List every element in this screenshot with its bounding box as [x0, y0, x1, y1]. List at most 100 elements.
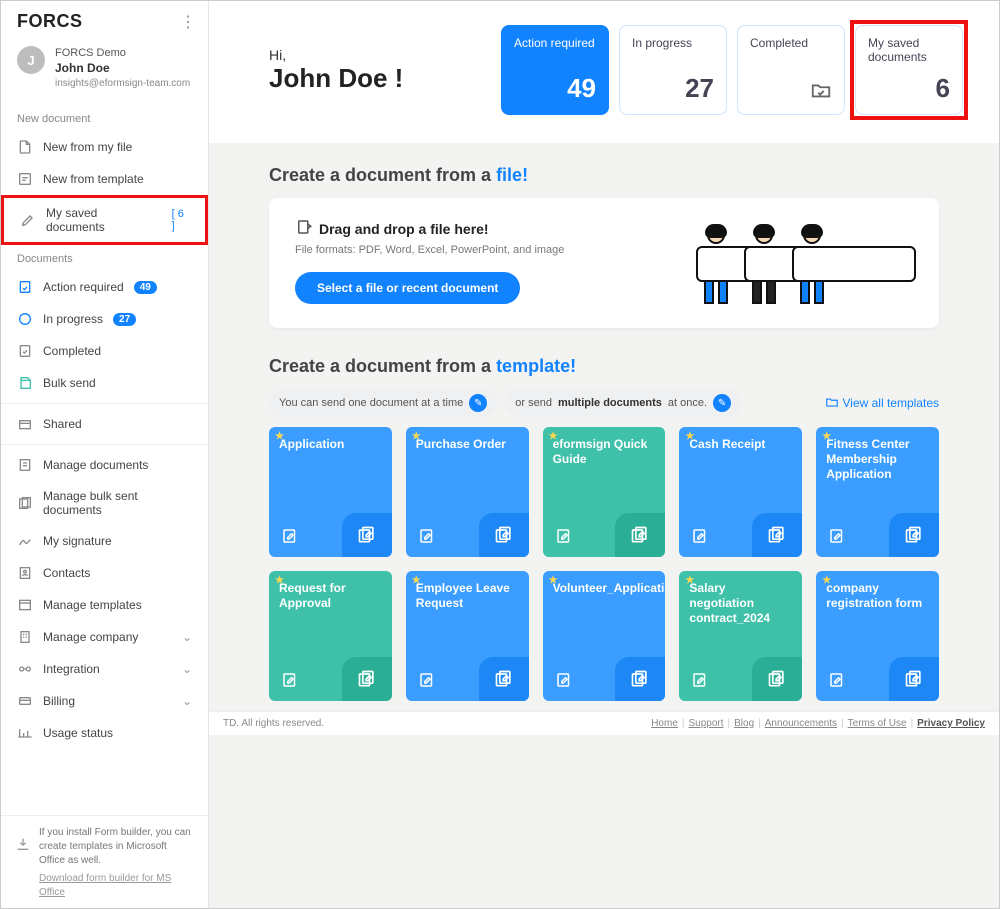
card-my-saved-documents[interactable]: My saved documents 6 [855, 25, 963, 115]
multi-edit-icon: ✎ [713, 394, 731, 412]
single-send-icon[interactable] [555, 527, 573, 545]
template-card[interactable]: ★eformsign Quick Guide [543, 427, 666, 557]
user-block[interactable]: J FORCS Demo John Doe insights@eformsign… [1, 38, 208, 105]
file-drop-card[interactable]: Drag and drop a file here! File formats:… [269, 198, 939, 328]
multi-send-icon[interactable] [752, 657, 802, 701]
sidebar-item-bulk-send[interactable]: Bulk send [1, 367, 208, 399]
multi-send-icon[interactable] [889, 657, 939, 701]
select-file-button[interactable]: Select a file or recent document [295, 272, 520, 304]
sidebar-item-label: My signature [43, 534, 112, 548]
sidebar-item-in-progress[interactable]: In progress 27 [1, 303, 208, 335]
template-card[interactable]: ★Employee Leave Request [406, 571, 529, 701]
single-send-icon[interactable] [828, 671, 846, 689]
hint-multi-post: at once. [668, 397, 707, 409]
single-send-icon[interactable] [555, 671, 573, 689]
single-send-icon[interactable] [691, 671, 709, 689]
single-send-icon[interactable] [418, 527, 436, 545]
card-label: My saved documents [868, 36, 950, 64]
sidebar-item-usage-status[interactable]: Usage status [1, 717, 208, 749]
sidebar-item-label: Shared [43, 417, 82, 431]
drop-sub: File formats: PDF, Word, Excel, PowerPoi… [295, 243, 655, 258]
manage-docs-icon [17, 457, 33, 473]
template-card[interactable]: ★Salary negotiation contract_2024 [679, 571, 802, 701]
star-icon: ★ [685, 431, 694, 442]
separator: | [758, 718, 761, 729]
template-title: Purchase Order [416, 437, 519, 452]
multi-send-icon[interactable] [889, 513, 939, 557]
view-all-templates-link[interactable]: View all templates [825, 395, 940, 412]
single-send-icon[interactable] [418, 671, 436, 689]
multi-send-icon[interactable] [479, 657, 529, 701]
sidebar-item-label: In progress [43, 312, 103, 326]
single-send-icon[interactable] [281, 527, 299, 545]
template-card[interactable]: ★Cash Receipt [679, 427, 802, 557]
footer-link[interactable]: Support [689, 718, 724, 729]
sidebar-item-new-from-template[interactable]: New from template [1, 163, 208, 195]
sidebar-item-manage-bulk-sent[interactable]: Manage bulk sent documents [1, 481, 208, 525]
separator: | [911, 718, 914, 729]
single-send-icon[interactable] [828, 527, 846, 545]
sidebar-item-action-required[interactable]: Action required 49 [1, 271, 208, 303]
template-card[interactable]: ★company registration form [816, 571, 939, 701]
saved-count: [ 6 ] [172, 208, 189, 232]
footer-privacy-link[interactable]: Privacy Policy [917, 718, 985, 729]
star-icon: ★ [412, 431, 421, 442]
multi-send-icon[interactable] [342, 657, 392, 701]
signature-icon [17, 533, 33, 549]
card-completed[interactable]: Completed [737, 25, 845, 115]
sidebar-item-manage-documents[interactable]: Manage documents [1, 449, 208, 481]
footer-link[interactable]: Blog [734, 718, 754, 729]
sidebar-item-label: Usage status [43, 726, 113, 740]
multi-send-icon[interactable] [615, 657, 665, 701]
sidebar-item-manage-company[interactable]: Manage company ⌄ [1, 621, 208, 653]
sidebar-item-label: Contacts [43, 566, 90, 580]
sidebar-item-contacts[interactable]: Contacts [1, 557, 208, 589]
sidebar-item-manage-templates[interactable]: Manage templates [1, 589, 208, 621]
drop-title-row: Drag and drop a file here! [295, 218, 655, 239]
template-card[interactable]: ★Purchase Order [406, 427, 529, 557]
sidebar-item-label: Integration [43, 662, 100, 676]
multi-send-icon[interactable] [615, 513, 665, 557]
footer-link[interactable]: Announcements [765, 718, 837, 729]
sidebar-item-my-signature[interactable]: My signature [1, 525, 208, 557]
more-menu-icon[interactable]: ⋮ [180, 12, 196, 32]
sidebar-item-label: Manage documents [43, 458, 148, 472]
template-card[interactable]: ★Fitness Center Membership Application [816, 427, 939, 557]
multi-send-icon[interactable] [479, 513, 529, 557]
template-card[interactable]: ★Application [269, 427, 392, 557]
card-in-progress[interactable]: In progress 27 [619, 25, 727, 115]
sidebar: FORCS ⋮ J FORCS Demo John Doe insights@e… [1, 1, 209, 908]
download-form-builder-link[interactable]: Download form builder for MS Office [39, 872, 194, 900]
multi-send-icon[interactable] [752, 513, 802, 557]
section-new-document: New document [1, 105, 208, 131]
footer-link[interactable]: Home [651, 718, 678, 729]
single-send-icon[interactable] [691, 527, 709, 545]
download-icon [15, 836, 31, 857]
card-action-required[interactable]: Action required 49 [501, 25, 609, 115]
footer-link[interactable]: Terms of Use [848, 718, 907, 729]
drop-left: Drag and drop a file here! File formats:… [295, 218, 655, 304]
template-title: eformsign Quick Guide [553, 437, 656, 467]
contacts-icon [17, 565, 33, 581]
action-required-badge: 49 [134, 281, 157, 294]
star-icon: ★ [549, 575, 558, 586]
hint-multi-bold: multiple documents [558, 397, 662, 409]
sidebar-item-shared[interactable]: Shared [1, 408, 208, 440]
template-card[interactable]: ★Volunteer_Application_Form [543, 571, 666, 701]
single-send-icon[interactable] [281, 671, 299, 689]
multi-send-icon[interactable] [342, 513, 392, 557]
sidebar-item-my-saved-documents[interactable]: My saved documents [ 6 ] [1, 195, 208, 245]
sidebar-item-billing[interactable]: Billing ⌄ [1, 685, 208, 717]
card-value: 27 [632, 73, 714, 104]
sidebar-item-new-from-file[interactable]: New from my file [1, 131, 208, 163]
divider [1, 403, 208, 404]
star-icon: ★ [685, 575, 694, 586]
hero: Hi, John Doe ! Action required 49 In pro… [209, 1, 999, 143]
hint-row: You can send one document at a time ✎ or… [269, 389, 939, 417]
sidebar-item-completed[interactable]: Completed [1, 335, 208, 367]
sidebar-item-integration[interactable]: Integration ⌄ [1, 653, 208, 685]
sidebar-item-label: Action required [43, 280, 124, 294]
hint-multi: or send multiple documents at once. ✎ [505, 389, 741, 417]
template-card[interactable]: ★Request for Approval [269, 571, 392, 701]
hint-multi-pre: or send [515, 397, 552, 409]
